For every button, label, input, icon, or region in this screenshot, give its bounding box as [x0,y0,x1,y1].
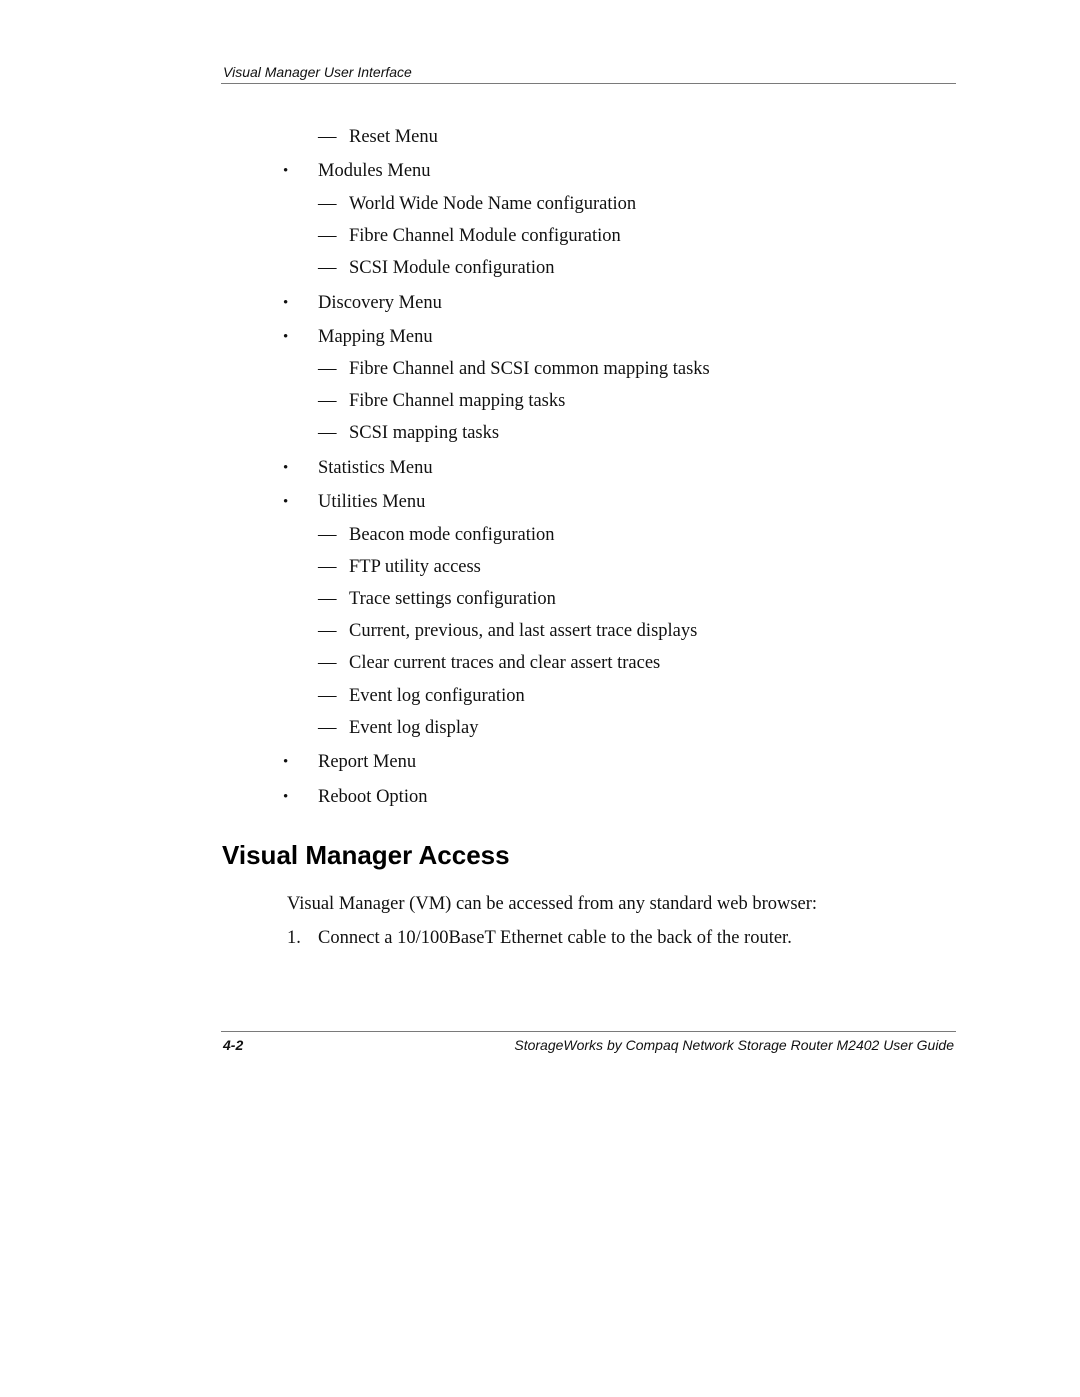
em-dash-icon: — [318,359,337,379]
header-divider [221,83,956,84]
list-item-text: Utilities Menu [318,492,426,512]
em-dash-icon: — [318,718,337,738]
list-item-text: Reboot Option [318,787,428,807]
list-item-text: Statistics Menu [318,458,433,478]
list-item-text: SCSI Module configuration [349,258,555,278]
list-item-text: Fibre Channel and SCSI common mapping ta… [349,359,710,379]
list-item-text: SCSI mapping tasks [349,423,500,443]
list-item-text: Clear current traces and clear assert tr… [349,653,661,673]
bullet-icon: • [283,494,289,510]
list-item-text: FTP utility access [349,557,481,577]
step-text: Connect a 10/100BaseT Ethernet cable to … [318,928,792,948]
bullet-icon: • [283,789,289,805]
list-item-text: Discovery Menu [318,293,442,313]
step-number: 1. [287,928,301,948]
list-item-text: Fibre Channel mapping tasks [349,391,566,411]
em-dash-icon: — [318,127,337,147]
list-item-text: Fibre Channel Module configuration [349,226,621,246]
bullet-icon: • [283,163,289,179]
em-dash-icon: — [318,686,337,706]
em-dash-icon: — [318,525,337,545]
em-dash-icon: — [318,194,337,214]
page-number: 4-2 [223,1037,244,1053]
em-dash-icon: — [318,226,337,246]
em-dash-icon: — [318,391,337,411]
em-dash-icon: — [318,621,337,641]
list-item-text: Event log display [349,718,479,738]
em-dash-icon: — [318,423,337,443]
section-heading: Visual Manager Access [222,840,510,870]
bullet-icon: • [283,460,289,476]
bullet-icon: • [283,329,289,345]
list-item-text: Modules Menu [318,161,431,181]
list-item-text: Mapping Menu [318,327,433,347]
list-item-text: Current, previous, and last assert trace… [349,621,698,641]
list-item-text: World Wide Node Name configuration [349,194,637,214]
list-item-text: Event log configuration [349,686,525,706]
section-intro: Visual Manager (VM) can be accessed from… [287,894,818,914]
em-dash-icon: — [318,258,337,278]
bullet-icon: • [283,754,289,770]
em-dash-icon: — [318,589,337,609]
footer-divider [221,1031,956,1032]
list-item-text: Beacon mode configuration [349,525,555,545]
em-dash-icon: — [318,557,337,577]
list-item-text: Report Menu [318,752,417,772]
bullet-icon: • [283,295,289,311]
list-item-text: Trace settings configuration [349,589,556,609]
list-item-text: Reset Menu [349,127,438,147]
running-header-title: Visual Manager User Interface [223,64,412,80]
em-dash-icon: — [318,653,337,673]
running-footer-title: StorageWorks by Compaq Network Storage R… [514,1037,954,1053]
